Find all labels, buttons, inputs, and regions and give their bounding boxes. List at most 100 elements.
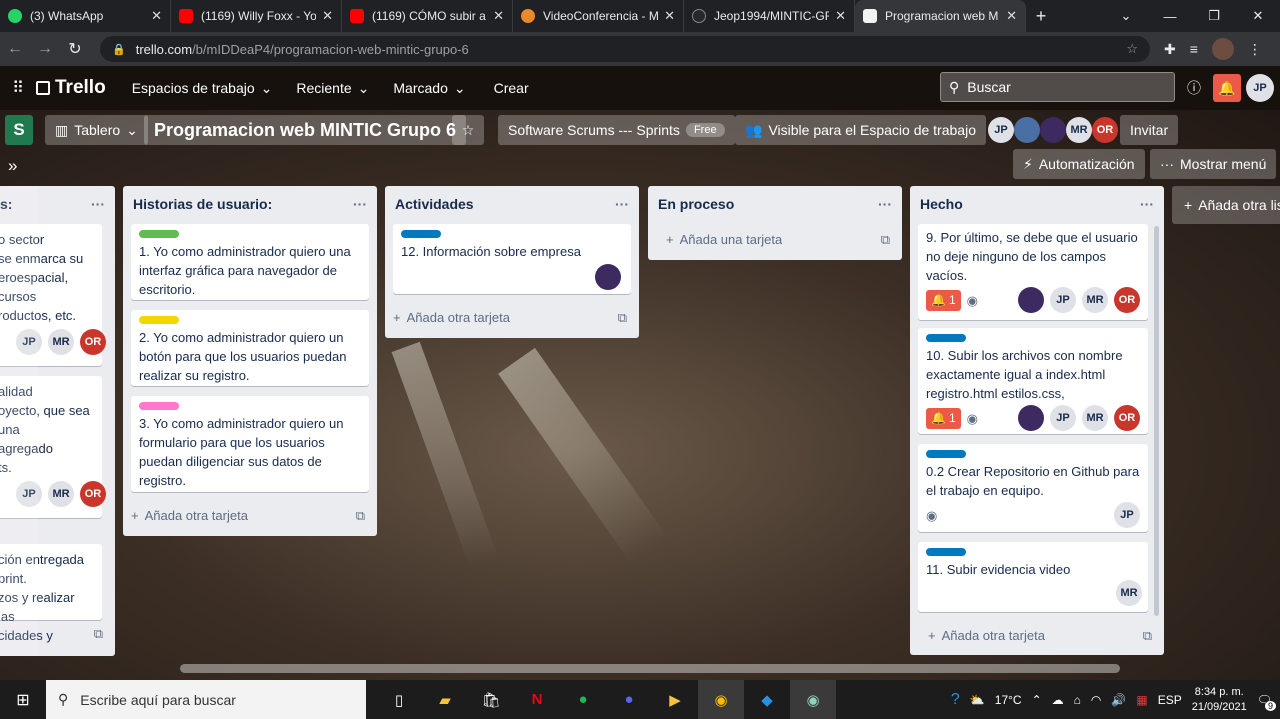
- close-window-icon[interactable]: ✕: [1236, 8, 1280, 24]
- wifi-icon[interactable]: ◠: [1091, 693, 1101, 707]
- search-input[interactable]: ⚲ Buscar: [940, 72, 1175, 102]
- close-icon[interactable]: ✕: [664, 8, 675, 24]
- workspace-button[interactable]: Software Scrums --- Sprints Free: [498, 115, 735, 145]
- card-template-icon[interactable]: ⧉: [356, 508, 365, 524]
- create-button[interactable]: Crear: [478, 80, 545, 96]
- card-template-icon[interactable]: ⧉: [1143, 628, 1152, 644]
- list-menu-icon[interactable]: ···: [353, 196, 367, 212]
- list-card[interactable]: 2. Yo como administrador quiero un botón…: [131, 310, 369, 386]
- menu-workspaces[interactable]: Espacios de trabajo ⌄: [120, 80, 285, 97]
- card-template-icon[interactable]: ⧉: [618, 310, 627, 326]
- list-menu-icon[interactable]: ···: [1140, 196, 1154, 212]
- forward-icon[interactable]: →: [30, 40, 60, 58]
- add-card-button[interactable]: + Añada otra tarjeta: [928, 628, 1045, 643]
- card-template-icon[interactable]: ⧉: [881, 232, 890, 248]
- maximize-icon[interactable]: ❐: [1192, 8, 1236, 24]
- media-player-icon[interactable]: ▶: [652, 680, 698, 719]
- weather-icon[interactable]: ⛅: [970, 693, 985, 707]
- network-icon[interactable]: ⌂: [1074, 693, 1081, 707]
- file-explorer-icon[interactable]: ▰: [422, 680, 468, 719]
- discord-icon[interactable]: ●: [606, 680, 652, 719]
- user-avatar[interactable]: JP: [1246, 74, 1274, 102]
- url-input[interactable]: 🔒 trello.com /b/mIDDeaP4/programacion-we…: [100, 36, 1150, 62]
- vscode-icon[interactable]: ◆: [744, 680, 790, 719]
- bookmark-star-icon[interactable]: ☆: [1126, 41, 1138, 57]
- chrome-icon[interactable]: ◉: [698, 680, 744, 719]
- show-menu-button[interactable]: ··· Mostrar menú: [1150, 149, 1277, 179]
- reading-list-icon[interactable]: ≡: [1190, 41, 1198, 57]
- member-avatar[interactable]: JP: [988, 117, 1014, 143]
- trello-logo[interactable]: Trello: [36, 77, 106, 99]
- menu-starred[interactable]: Marcado ⌄: [381, 80, 477, 97]
- member-avatar[interactable]: [1014, 117, 1040, 143]
- browser-menu-icon[interactable]: ⋮: [1248, 41, 1262, 58]
- invite-button[interactable]: Invitar: [1120, 115, 1179, 145]
- tab-youtube-2[interactable]: (1169) CÓMO subir a Í ✕: [342, 0, 513, 32]
- new-tab-button[interactable]: +: [1026, 0, 1056, 32]
- clock[interactable]: 8:34 p. m. 21/09/2021: [1192, 685, 1247, 715]
- taskbar-search-input[interactable]: ⚲ Escribe aquí para buscar: [46, 680, 366, 719]
- tab-trello[interactable]: Programacion web M ✕: [855, 0, 1026, 32]
- profile-avatar[interactable]: [1211, 38, 1234, 60]
- visibility-button[interactable]: 👥 Visible para el Espacio de trabajo: [735, 115, 986, 145]
- tab-search-icon[interactable]: ⌄: [1104, 8, 1148, 24]
- language-indicator[interactable]: ESP: [1158, 693, 1182, 707]
- apps-grid-icon[interactable]: ⠿: [0, 78, 36, 98]
- store-icon[interactable]: 🛍: [468, 680, 514, 719]
- list-card[interactable]: 3. Yo como administrador quiero un formu…: [131, 396, 369, 492]
- notifications-bell-icon[interactable]: 🔔: [1213, 74, 1241, 102]
- notification-center-icon[interactable]: 🗨 9: [1257, 693, 1276, 711]
- tab-whatsapp[interactable]: (3) WhatsApp ✕: [0, 0, 171, 32]
- automation-button[interactable]: ⚡ Automatización: [1013, 149, 1145, 179]
- add-list-button[interactable]: + Añada otra lis: [1172, 186, 1280, 224]
- expand-sidebar-icon[interactable]: »: [8, 156, 17, 176]
- member-avatar[interactable]: OR: [1092, 117, 1118, 143]
- close-icon[interactable]: ✕: [322, 8, 333, 24]
- back-icon[interactable]: ←: [0, 40, 30, 58]
- list-scrollbar[interactable]: [1154, 226, 1159, 616]
- windows-start-icon[interactable]: ⊞: [0, 690, 46, 710]
- star-board-icon[interactable]: ☆: [452, 115, 484, 145]
- menu-recent[interactable]: Reciente ⌄: [284, 80, 381, 97]
- spotify-icon[interactable]: ●: [560, 680, 606, 719]
- view-switcher[interactable]: ▥ Tablero ⌄: [45, 115, 148, 145]
- list-card[interactable]: 11. Subir evidencia video MR: [918, 542, 1148, 612]
- close-icon[interactable]: ✕: [835, 8, 846, 24]
- close-icon[interactable]: ✕: [1006, 8, 1017, 24]
- list-menu-icon[interactable]: ···: [878, 196, 892, 212]
- tab-github[interactable]: Jeop1994/MINTIC-GR ✕: [684, 0, 855, 32]
- close-icon[interactable]: ✕: [151, 8, 162, 24]
- minimize-icon[interactable]: —: [1148, 9, 1192, 24]
- workspace-badge[interactable]: S: [5, 115, 33, 145]
- app-tray-icon[interactable]: ▦: [1136, 693, 1147, 707]
- help-icon[interactable]: ?: [951, 691, 960, 709]
- tab-youtube-1[interactable]: (1169) Willy Foxx - You ✕: [171, 0, 342, 32]
- list-menu-icon[interactable]: ···: [91, 196, 105, 212]
- add-card-button[interactable]: + Añada una tarjeta: [666, 232, 782, 247]
- list-card[interactable]: 0.2 Crear Repositorio en Github para el …: [918, 444, 1148, 532]
- add-card-button[interactable]: + Añada otra tarjeta: [131, 508, 248, 523]
- member-avatar[interactable]: [1040, 117, 1066, 143]
- list-card[interactable]: 9. Por último, se debe que el usuario no…: [918, 224, 1148, 320]
- reload-icon[interactable]: ↻: [60, 39, 90, 59]
- info-icon[interactable]: ⓘ: [1180, 74, 1208, 102]
- chevron-up-icon[interactable]: ⌃: [1032, 693, 1042, 707]
- netflix-icon[interactable]: N: [514, 680, 560, 719]
- list-card[interactable]: 10. Subir los archivos con nombre exacta…: [918, 328, 1148, 434]
- list-menu-icon[interactable]: ···: [615, 196, 629, 212]
- add-card-button[interactable]: + Añada otra tarjeta: [393, 310, 510, 325]
- cloud-icon[interactable]: ☁: [1052, 693, 1064, 707]
- board-title[interactable]: Programacion web MINTIC Grupo 6: [144, 115, 467, 145]
- webex-icon[interactable]: ◉: [790, 680, 836, 719]
- temperature[interactable]: 17°C: [995, 693, 1022, 707]
- tab-videoconferencia[interactable]: VideoConferencia - M ✕: [513, 0, 684, 32]
- member-avatar[interactable]: MR: [1066, 117, 1092, 143]
- card-template-icon[interactable]: ⧉: [94, 626, 103, 642]
- board-horizontal-scrollbar[interactable]: [180, 664, 1120, 673]
- volume-icon[interactable]: 🔊: [1111, 693, 1126, 707]
- list-card[interactable]: 1. Yo como administrador quiero una inte…: [131, 224, 369, 300]
- task-view-icon[interactable]: ▯: [376, 680, 422, 719]
- extensions-icon[interactable]: ✚: [1164, 41, 1176, 58]
- close-icon[interactable]: ✕: [493, 8, 504, 24]
- list-card[interactable]: 12. Información sobre empresa: [393, 224, 631, 294]
